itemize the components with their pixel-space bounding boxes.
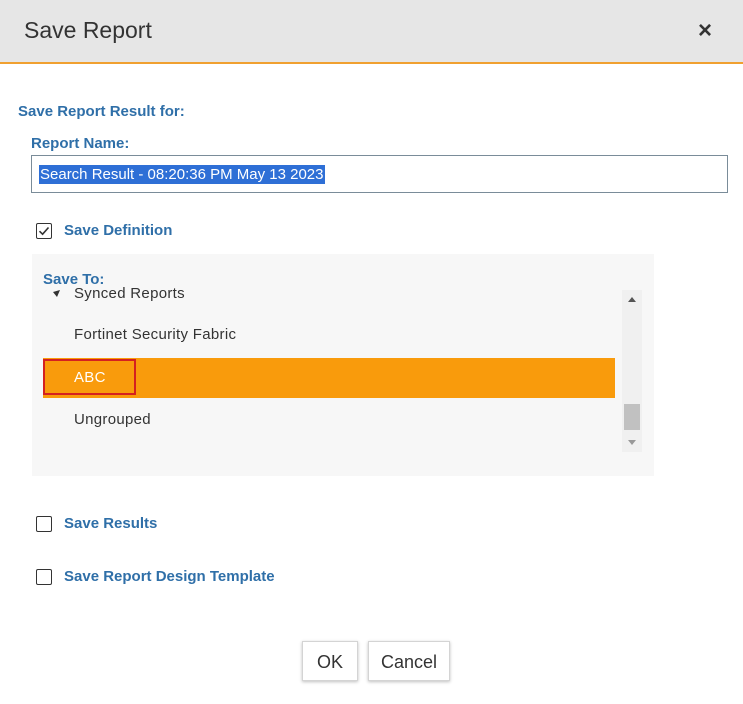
report-name-value: Search Result - 08:20:36 PM May 13 2023: [39, 165, 325, 184]
report-name-input[interactable]: Search Result - 08:20:36 PM May 13 2023: [31, 155, 728, 193]
save-template-checkbox-row[interactable]: Save Report Design Template: [36, 568, 275, 585]
arrow-down-icon[interactable]: [622, 434, 642, 452]
report-name-label: Report Name:: [31, 135, 130, 152]
tree-item-label: Synced Reports: [74, 285, 185, 302]
save-to-tree: Synced Reports Fortinet Security Fabric …: [43, 282, 615, 448]
dialog-title: Save Report: [24, 17, 152, 43]
tree-item-fortinet-security-fabric[interactable]: Fortinet Security Fabric: [43, 315, 615, 355]
scroll-thumb[interactable]: [624, 404, 640, 430]
save-report-dialog: Save Report × Save Report Result for: Re…: [0, 0, 743, 704]
save-template-checkbox[interactable]: [36, 568, 52, 585]
ok-button[interactable]: OK: [302, 641, 358, 681]
tree-item-label: Ungrouped: [74, 411, 151, 428]
tree-item-ungrouped[interactable]: Ungrouped: [43, 400, 615, 440]
tree-item-label: ABC: [74, 369, 106, 386]
section-title: Save Report Result for:: [18, 103, 185, 120]
save-definition-checkbox[interactable]: [36, 222, 52, 239]
save-template-label: Save Report Design Template: [64, 568, 275, 585]
arrow-up-icon[interactable]: [622, 290, 642, 308]
tree-item-abc[interactable]: ABC: [43, 358, 615, 398]
close-icon[interactable]: ×: [693, 16, 717, 46]
save-results-checkbox-row[interactable]: Save Results: [36, 515, 157, 532]
tree-item-synced-reports[interactable]: Synced Reports: [43, 282, 615, 314]
save-results-label: Save Results: [64, 515, 158, 532]
tree-scrollbar[interactable]: [622, 290, 642, 452]
checkmark-icon: [38, 226, 50, 235]
save-results-checkbox[interactable]: [36, 515, 52, 532]
dialog-titlebar: Save Report ×: [0, 0, 743, 64]
save-definition-label: Save Definition: [64, 222, 173, 239]
tree-item-label: Fortinet Security Fabric: [74, 326, 237, 343]
cancel-button[interactable]: Cancel: [368, 641, 450, 681]
save-definition-checkbox-row[interactable]: Save Definition: [36, 222, 172, 239]
caret-right-icon[interactable]: [52, 282, 62, 316]
